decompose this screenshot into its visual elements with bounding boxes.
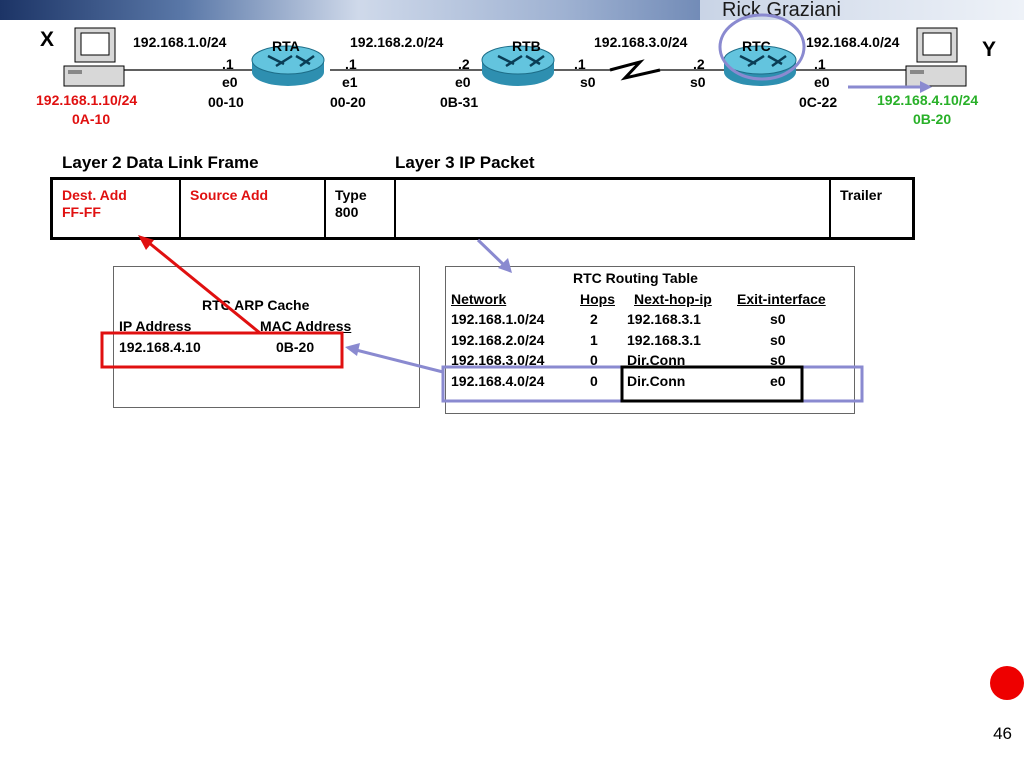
host-y-mac: 0B-20 [913, 111, 952, 127]
rt-row-network: 192.168.3.0/24 [451, 352, 545, 368]
rta-left-octet: .1 [222, 56, 234, 72]
rtb-left-interface: e0 [455, 74, 471, 90]
rt-header-hops: Hops [580, 291, 615, 307]
arp-row-mac: 0B-20 [276, 339, 315, 355]
rt-row-hops: 0 [590, 352, 598, 368]
rt-row-hops: 0 [590, 373, 598, 389]
rta-right-mac: 00-20 [330, 94, 366, 110]
arp-cache-box [113, 266, 420, 408]
arp-cache-title: RTC ARP Cache [202, 297, 310, 313]
rt-row-exit: s0 [770, 332, 786, 348]
rta-left-interface: e0 [222, 74, 238, 90]
host-x-mac: 0A-10 [72, 111, 111, 127]
rtc-left-octet: .2 [693, 56, 705, 72]
layer2-frame-title: Layer 2 Data Link Frame [62, 153, 259, 172]
routing-table-title: RTC Routing Table [573, 270, 698, 286]
frame-trailer-label: Trailer [840, 187, 883, 203]
frame-dest-cell: Dest. Add FF-FF [53, 180, 181, 237]
rt-row-exit: s0 [770, 311, 786, 327]
rt-row-network: 192.168.4.0/24 [451, 373, 545, 389]
host-y-computer-icon [905, 27, 967, 87]
rtb-right-interface: s0 [580, 74, 596, 90]
rt-row-hops: 2 [590, 311, 598, 327]
rtb-left-mac: 0B-31 [440, 94, 479, 110]
rt-header-network: Network [451, 291, 507, 307]
frame-type-label: Type [335, 187, 367, 203]
rt-row-next-hop: Dir.Conn [627, 373, 686, 389]
host-x-label: X [40, 28, 55, 51]
rt-row-exit: e0 [770, 373, 786, 389]
frame-type-value: 800 [335, 204, 359, 220]
network-topology [63, 13, 967, 93]
router-rtb-name: RTB [512, 38, 541, 54]
frame-dest-label: Dest. Add [62, 187, 127, 203]
rt-row-network: 192.168.1.0/24 [451, 311, 545, 327]
rta-right-octet: .1 [345, 56, 357, 72]
frame-source-label: Source Add [190, 187, 269, 203]
rt-row-next-hop: 192.168.3.1 [627, 332, 701, 348]
network-4-label: 192.168.4.0/24 [806, 34, 900, 50]
arp-col-mac: MAC Address [260, 318, 352, 334]
router-rta-name: RTA [272, 38, 300, 54]
rtb-left-octet: .2 [458, 56, 470, 72]
rtc-right-mac: 0C-22 [799, 94, 838, 110]
frame-dest-value: FF-FF [62, 204, 101, 220]
network-3-label: 192.168.3.0/24 [594, 34, 688, 50]
page-number: 46 [993, 724, 1012, 743]
serial-link-zigzag [609, 59, 661, 81]
arp-col-ip: IP Address [119, 318, 192, 334]
host-y-label: Y [982, 38, 997, 61]
arp-row-ip: 192.168.4.10 [119, 339, 201, 355]
data-link-frame: Dest. Add FF-FF Source Add Type 800 Trai… [50, 177, 915, 240]
network-2-label: 192.168.2.0/24 [350, 34, 444, 50]
host-x-computer-icon [63, 27, 125, 87]
frame-trailer-cell: Trailer [831, 180, 912, 237]
rt-header-exit: Exit-interface [737, 291, 826, 307]
rt-row-hops: 1 [590, 332, 598, 348]
rt-row-next-hop: 192.168.3.1 [627, 311, 701, 327]
frame-type-cell: Type 800 [326, 180, 396, 237]
rtc-right-octet: .1 [814, 56, 826, 72]
rta-left-mac: 00-10 [208, 94, 244, 110]
rt-row-exit: s0 [770, 352, 786, 368]
host-x-ip: 192.168.1.10/24 [36, 92, 138, 108]
layer3-packet-title: Layer 3 IP Packet [395, 153, 535, 172]
rtc-right-interface: e0 [814, 74, 830, 90]
network-1-label: 192.168.1.0/24 [133, 34, 227, 50]
rta-right-interface: e1 [342, 74, 358, 90]
red-dot-marker [990, 666, 1024, 700]
rt-header-next-hop: Next-hop-ip [634, 291, 712, 307]
rt-row-next-hop: Dir.Conn [627, 352, 686, 368]
rt-row-network: 192.168.2.0/24 [451, 332, 545, 348]
frame-ip-packet-cell [396, 180, 831, 237]
packet-to-route-arrow-line [476, 238, 507, 268]
frame-source-cell: Source Add [181, 180, 326, 237]
router-rtc-name: RTC [742, 38, 771, 54]
host-y-ip: 192.168.4.10/24 [877, 92, 979, 108]
rtb-right-octet: .1 [574, 56, 586, 72]
rtc-left-interface: s0 [690, 74, 706, 90]
